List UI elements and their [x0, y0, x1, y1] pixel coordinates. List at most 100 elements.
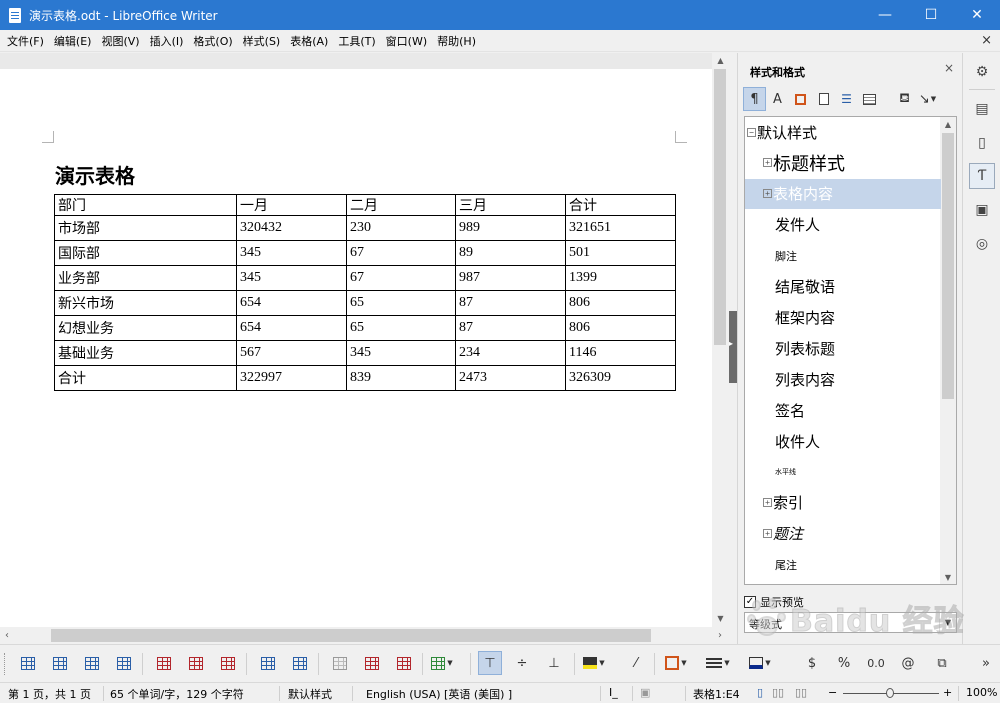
table-cell[interactable]: 320432	[236, 215, 347, 241]
center-vertically-button[interactable]: ÷	[510, 651, 534, 675]
table-cell[interactable]: 新兴市场	[54, 290, 237, 316]
document-vertical-scrollbar[interactable]: ▲ ▼	[712, 53, 729, 627]
insert-rows-above-button[interactable]	[16, 651, 40, 675]
close-window-button[interactable]: ✕	[954, 0, 1000, 30]
table-cell[interactable]: 345	[236, 240, 347, 266]
styles-tab-icon[interactable]: Ƭ	[969, 163, 995, 189]
table-cell[interactable]: 806	[565, 290, 676, 316]
menu-format[interactable]: 格式(O)	[188, 33, 237, 49]
table-cell[interactable]: 一月	[236, 194, 347, 216]
maximize-button[interactable]: ☐	[908, 0, 954, 30]
table-cell[interactable]: 322997	[236, 365, 347, 391]
collapse-sidebar-handle[interactable]	[729, 311, 737, 383]
table-cell[interactable]: 345	[346, 340, 456, 366]
insert-columns-before-button[interactable]	[80, 651, 104, 675]
style-list-item[interactable]: 签名	[745, 395, 941, 425]
autoformat-styles-button[interactable]: ⁄	[624, 651, 648, 675]
text-language[interactable]: English (USA) [英语 (美国) ]	[366, 686, 512, 702]
style-list-item[interactable]: 结尾敬语	[745, 272, 941, 302]
style-list-item[interactable]: 框架内容	[745, 302, 941, 332]
menu-edit[interactable]: 编辑(E)	[49, 33, 97, 49]
sidebar-settings-icon[interactable]: ⚙	[969, 59, 995, 85]
delete-columns-button[interactable]	[184, 651, 208, 675]
table-cell[interactable]: 839	[346, 365, 456, 391]
document-canvas[interactable]: 演示表格 部门 一月 二月 三月 合计 市场部 320432 230 989 32165…	[0, 53, 712, 627]
border-style-button[interactable]: ▼	[706, 651, 730, 675]
delete-rows-button[interactable]	[152, 651, 176, 675]
style-list-item[interactable]: + 题注	[745, 519, 941, 549]
style-list-item[interactable]: 尾注	[745, 550, 941, 580]
menu-tools[interactable]: 工具(T)	[333, 33, 380, 49]
table-cell[interactable]: 654	[236, 290, 347, 316]
split-cells-button[interactable]	[360, 651, 384, 675]
page-styles-button[interactable]	[812, 87, 835, 111]
number-format-percent-button[interactable]: %	[832, 651, 856, 675]
style-list-item[interactable]: 脚注	[745, 241, 941, 271]
single-page-view-icon[interactable]: ▯	[757, 686, 763, 699]
table-cell[interactable]: 国际部	[54, 240, 237, 266]
scroll-up-arrow-icon[interactable]: ▲	[940, 117, 956, 131]
document-heading[interactable]: 演示表格	[55, 160, 135, 189]
close-document-button[interactable]: ×	[981, 33, 992, 48]
align-bottom-button[interactable]: ⊥	[542, 651, 566, 675]
menu-table[interactable]: 表格(A)	[285, 33, 333, 49]
table-cell[interactable]: 2473	[455, 365, 566, 391]
table-cell-position[interactable]: 表格1:E4	[693, 686, 740, 702]
table-cell[interactable]: 321651	[565, 215, 676, 241]
menu-window[interactable]: 窗口(W)	[381, 33, 432, 49]
table-cell[interactable]: 65	[346, 290, 456, 316]
scroll-down-arrow-icon[interactable]: ▼	[940, 570, 956, 584]
expand-icon[interactable]: +	[763, 189, 772, 199]
table-cell[interactable]: 合计	[54, 365, 237, 391]
number-format-currency-button[interactable]: $	[800, 651, 824, 675]
style-list-item[interactable]: 发件人	[745, 210, 941, 240]
fill-format-mode-button[interactable]: ⛾	[893, 87, 916, 111]
style-list-item[interactable]: + 标题样式	[745, 148, 941, 178]
number-format-standard-button[interactable]: @	[896, 651, 920, 675]
scrollbar-thumb[interactable]	[714, 69, 726, 345]
style-list-item[interactable]: 列表标题	[745, 333, 941, 363]
scroll-down-arrow-icon[interactable]: ▼	[712, 611, 729, 625]
gallery-tab-icon[interactable]: ▣	[969, 197, 995, 223]
number-format-decimal-button[interactable]: 0.0	[864, 651, 888, 675]
frame-styles-button[interactable]	[789, 87, 812, 111]
table-cell[interactable]: 501	[565, 240, 676, 266]
table-cell[interactable]: 基础业务	[54, 340, 237, 366]
expand-icon[interactable]: +	[763, 529, 772, 539]
insert-mode[interactable]: I_	[609, 686, 618, 699]
scrollbar-thumb[interactable]	[942, 133, 954, 399]
table-cell[interactable]: 合计	[565, 194, 676, 216]
scrollbar-thumb[interactable]	[51, 629, 651, 642]
sidebar-splitter[interactable]	[729, 53, 737, 627]
table-cell[interactable]: 65	[346, 315, 456, 341]
table-cell[interactable]: 989	[455, 215, 566, 241]
collapse-icon[interactable]: −	[747, 127, 756, 137]
scroll-right-arrow-icon[interactable]: ›	[713, 627, 727, 644]
delete-table-button[interactable]	[216, 651, 240, 675]
menu-view[interactable]: 视图(V)	[96, 33, 144, 49]
table-cell[interactable]: 市场部	[54, 215, 237, 241]
table-cell[interactable]: 三月	[455, 194, 566, 216]
table-cell[interactable]: 1146	[565, 340, 676, 366]
table-cell[interactable]: 89	[455, 240, 566, 266]
select-cell-button[interactable]	[256, 651, 280, 675]
page-style[interactable]: 默认样式	[288, 686, 332, 702]
insert-rows-below-button[interactable]	[48, 651, 72, 675]
table-cell[interactable]: 67	[346, 240, 456, 266]
document-horizontal-scrollbar[interactable]: ‹ ›	[0, 627, 729, 644]
properties-tab-icon[interactable]: ▤	[969, 96, 995, 122]
style-list-item[interactable]: 收件人	[745, 426, 941, 456]
select-table-button[interactable]	[288, 651, 312, 675]
borders-button[interactable]: ▼	[664, 651, 688, 675]
chevron-down-icon[interactable]: ▼	[939, 613, 956, 632]
zoom-out-button[interactable]: −	[828, 686, 837, 699]
table-cell[interactable]: 806	[565, 315, 676, 341]
menu-insert[interactable]: 插入(I)	[145, 33, 189, 49]
border-color-button[interactable]: ▼	[748, 651, 772, 675]
optimize-size-button[interactable]: ▼	[430, 651, 454, 675]
table-cell[interactable]: 67	[346, 265, 456, 291]
page-tab-icon[interactable]: ▯	[969, 130, 995, 156]
sidebar-close-button[interactable]: ×	[944, 61, 954, 75]
style-filter-select[interactable]: 等级式 ▼	[744, 612, 957, 633]
list-styles-button[interactable]: ☰	[835, 87, 858, 111]
